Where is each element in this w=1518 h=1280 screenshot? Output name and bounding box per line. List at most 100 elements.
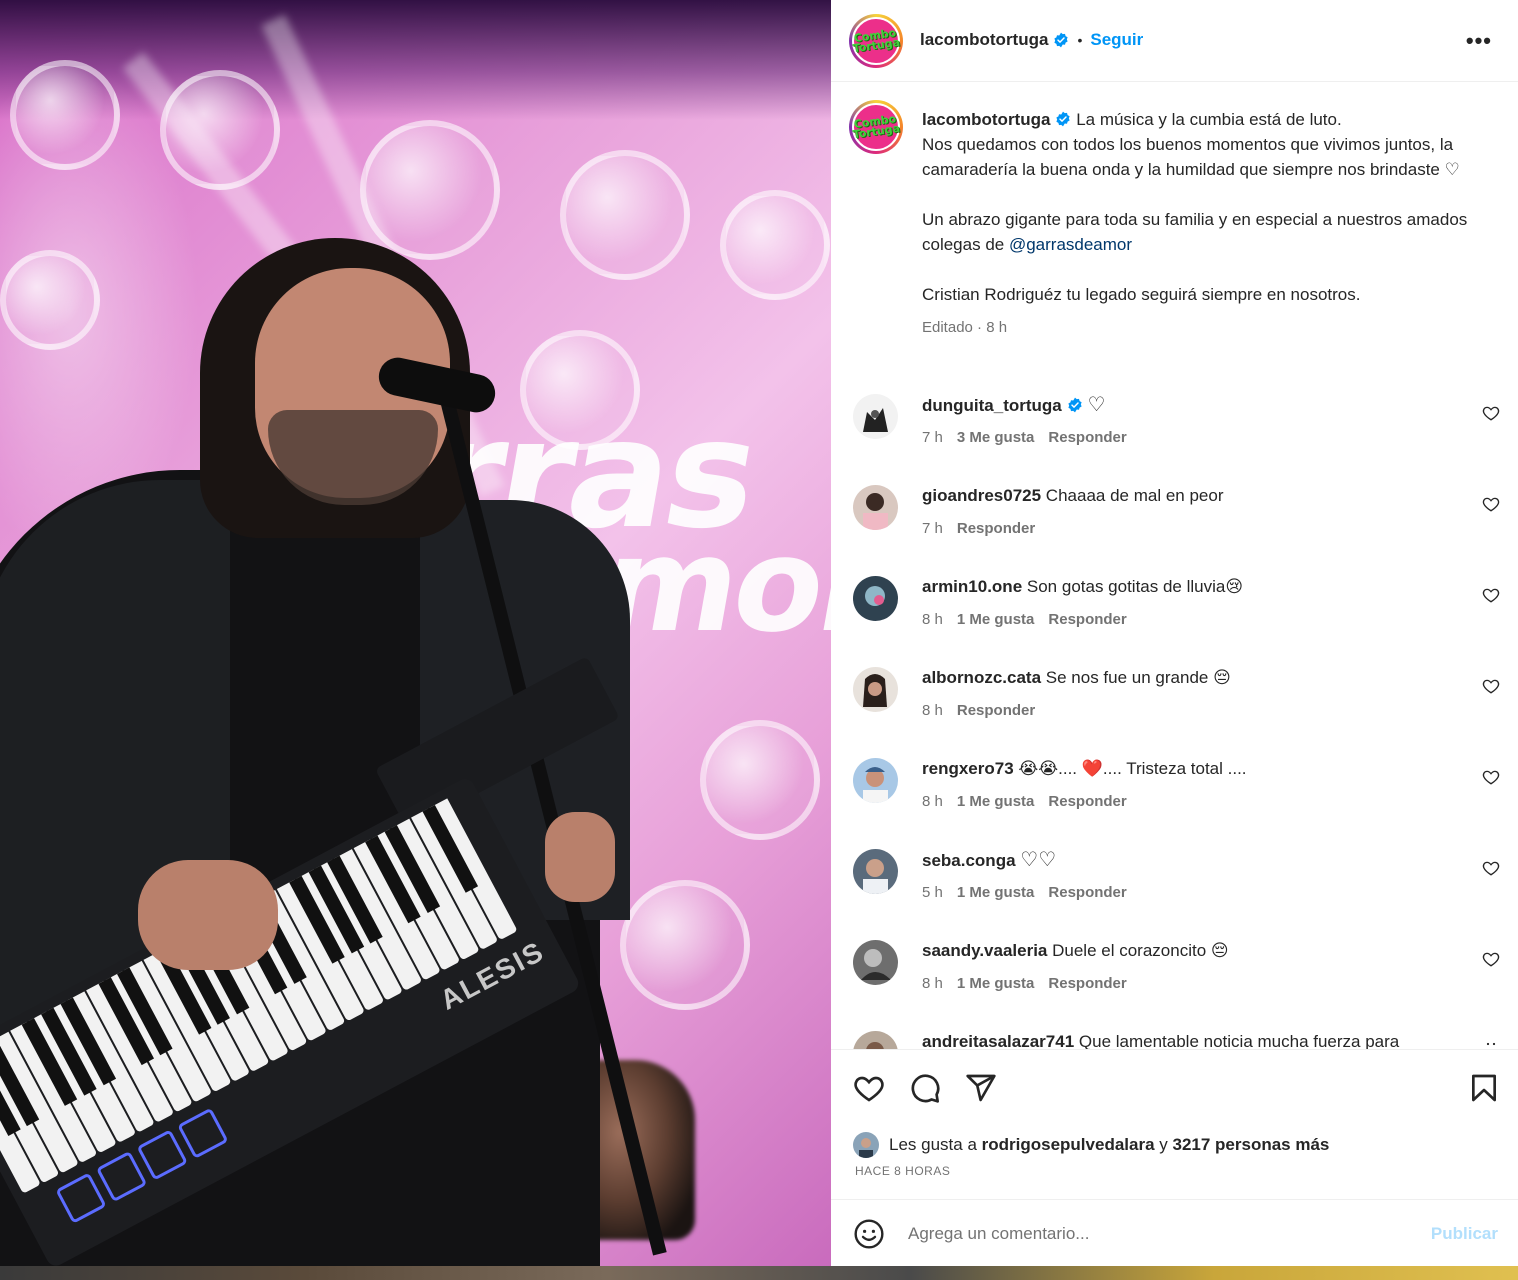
post-timestamp: HACE 8 HORAS	[855, 1164, 951, 1178]
comment-text: ♡	[1087, 394, 1106, 416]
stage-bubble	[560, 150, 690, 280]
heart-icon[interactable]	[1482, 950, 1500, 968]
share-icon[interactable]	[965, 1072, 997, 1104]
avatar-logo-text: Combo Tortuga	[852, 26, 902, 56]
header-separator: •	[1077, 32, 1083, 48]
comment-username[interactable]: armin10.one	[922, 577, 1022, 596]
comment-username[interactable]: rengxero73	[922, 759, 1014, 778]
heart-icon[interactable]	[853, 1072, 885, 1104]
comment-item: seba.conga ♡♡ 5 h 1 Me gusta Responder	[831, 837, 1518, 928]
more-icon[interactable]: •••	[1466, 28, 1492, 54]
comment-time: 8 h	[922, 702, 943, 719]
comment-item: rengxero73 😭😭.... ❤️.... Tristeza total …	[831, 746, 1518, 837]
comment-username[interactable]: dunguita_tortuga	[922, 396, 1062, 415]
comment-username[interactable]: seba.conga	[922, 851, 1016, 870]
likes-summary: Les gusta a rodrigosepulvedalara y 3217 …	[853, 1132, 1329, 1158]
comment-username[interactable]: saandy.vaaleria	[922, 941, 1047, 960]
performer-hand	[545, 812, 615, 902]
likes-count[interactable]: 3217 personas más	[1173, 1135, 1330, 1155]
comment-item: albornozc.cata Se nos fue un grande 😔 8 …	[831, 655, 1518, 746]
comment-item: andreitasalazar741 Que lamentable notici…	[831, 1019, 1518, 1049]
caption-line: La música y la cumbia está de luto.	[1076, 110, 1342, 129]
stage-bubble	[700, 720, 820, 840]
stage-bubble	[720, 190, 830, 300]
post-header: Combo Tortuga lacombotortuga • Seguir ••…	[831, 0, 1518, 82]
stage-bubble	[160, 70, 280, 190]
reply-button[interactable]: Responder	[1048, 884, 1126, 901]
comment-avatar[interactable]	[853, 849, 898, 894]
caption-meta: Editado · 8 h	[922, 319, 1008, 336]
post-actions: Les gusta a rodrigosepulvedalara y 3217 …	[831, 1049, 1518, 1199]
caption-avatar[interactable]: Combo Tortuga	[849, 100, 903, 154]
background-page-strip	[0, 1266, 1518, 1280]
liker-username[interactable]: rodrigosepulvedalara	[982, 1135, 1155, 1155]
heart-icon[interactable]	[1482, 768, 1500, 786]
comment-likes[interactable]: 3 Me gusta	[957, 429, 1035, 446]
comment-item: dunguita_tortuga ♡ 7 h 3 Me gusta Responde…	[831, 382, 1518, 473]
reply-button[interactable]: Responder	[1048, 611, 1126, 628]
avatar-logo-text: Combo Tortuga	[852, 112, 902, 142]
heart-icon[interactable]	[1482, 404, 1500, 422]
comment-icon[interactable]	[909, 1072, 941, 1104]
comment-time: 8 h	[922, 975, 943, 992]
comment-time: 7 h	[922, 520, 943, 537]
heart-icon[interactable]	[1482, 495, 1500, 513]
comment-text: Que lamentable noticia mucha fuerza para	[1078, 1032, 1400, 1049]
comment-username[interactable]: gioandres0725	[922, 486, 1041, 505]
comment-item: armin10.one Son gotas gotitas de lluvia😢…	[831, 564, 1518, 655]
heart-icon[interactable]	[1482, 859, 1500, 877]
comment-text: 😭😭.... ❤️.... Tristeza total ....	[1018, 759, 1247, 778]
comment-text: Chaaaa de mal en peor	[1045, 486, 1224, 505]
publish-button[interactable]: Publicar	[1431, 1224, 1498, 1244]
account-username[interactable]: lacombotortuga	[920, 30, 1048, 50]
comment-time: 8 h	[922, 793, 943, 810]
comment-avatar[interactable]	[853, 758, 898, 803]
reply-button[interactable]: Responder	[1048, 793, 1126, 810]
comment-item: gioandres0725 Chaaaa de mal en peor 7 h R…	[831, 473, 1518, 564]
comments-list[interactable]: dunguita_tortuga ♡ 7 h 3 Me gusta Responde…	[831, 382, 1518, 1049]
comment-avatar[interactable]	[853, 1031, 898, 1049]
comment-input[interactable]	[908, 1220, 1388, 1248]
heart-icon[interactable]	[1482, 586, 1500, 604]
comment-likes[interactable]: 1 Me gusta	[957, 975, 1035, 992]
comment-likes[interactable]: 1 Me gusta	[957, 884, 1035, 901]
stage-bubble	[360, 120, 500, 260]
mention-link[interactable]: @garrasdeamor	[1009, 235, 1132, 254]
likes-conj: y	[1159, 1135, 1168, 1154]
verified-icon	[1068, 397, 1082, 413]
bookmark-icon[interactable]	[1468, 1072, 1500, 1104]
reply-button[interactable]: Responder	[1048, 429, 1126, 446]
reply-button[interactable]: Responder	[1048, 975, 1126, 992]
comment-time: 7 h	[922, 429, 943, 446]
comment-avatar[interactable]	[853, 485, 898, 530]
comment-username[interactable]: albornozc.cata	[922, 668, 1041, 687]
caption-line: Nos quedamos con todos los buenos moment…	[922, 135, 1460, 179]
verified-icon	[1054, 32, 1069, 48]
comment-likes[interactable]: 1 Me gusta	[957, 611, 1035, 628]
comment-text: Duele el corazoncito 😔	[1052, 941, 1229, 960]
comment-avatar[interactable]	[853, 667, 898, 712]
reply-button[interactable]: Responder	[957, 702, 1035, 719]
post-photo[interactable]: rras amor ALESIS	[0, 0, 831, 1266]
caption-username[interactable]: lacombotortuga	[922, 110, 1050, 129]
heart-icon[interactable]	[1482, 677, 1500, 695]
post-sidebar: Combo Tortuga lacombotortuga • Seguir ••…	[831, 0, 1518, 1266]
comment-avatar[interactable]	[853, 394, 898, 439]
likes-prefix: Les gusta a	[889, 1135, 977, 1154]
follow-button[interactable]: Seguir	[1090, 30, 1143, 50]
comment-time: 5 h	[922, 884, 943, 901]
comment-avatar[interactable]	[853, 940, 898, 985]
stage-bubble	[0, 250, 100, 350]
account-avatar[interactable]: Combo Tortuga	[849, 14, 903, 68]
comment-likes[interactable]: 1 Me gusta	[957, 793, 1035, 810]
comment-avatar[interactable]	[853, 576, 898, 621]
performer-hand	[138, 860, 278, 970]
comment-text: ♡♡	[1020, 849, 1057, 871]
comment-username[interactable]: andreitasalazar741	[922, 1032, 1074, 1049]
emoji-icon[interactable]	[853, 1218, 885, 1250]
more-icon[interactable]	[1482, 1035, 1500, 1049]
reply-button[interactable]: Responder	[957, 520, 1035, 537]
caption-line: Un abrazo gigante para toda su familia y…	[922, 210, 1468, 254]
liker-avatar[interactable]	[853, 1132, 879, 1158]
add-comment-bar: Publicar	[831, 1199, 1518, 1266]
